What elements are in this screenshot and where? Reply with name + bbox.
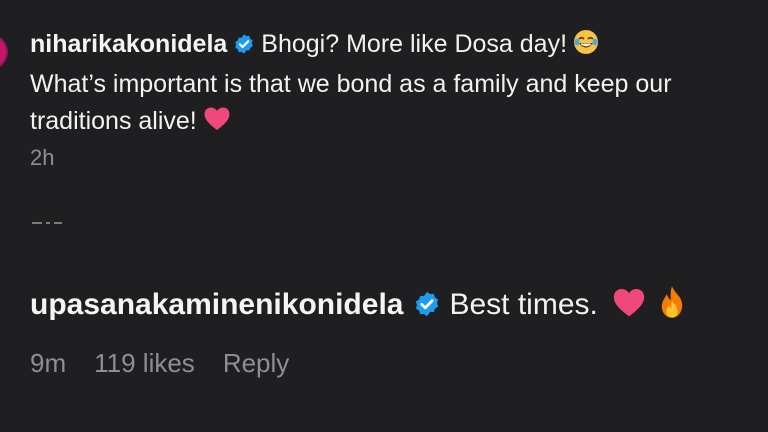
likes-count[interactable]: 119 likes xyxy=(94,348,195,378)
verified-badge-icon xyxy=(233,29,255,66)
fire-emoji-icon xyxy=(658,285,686,332)
view-replies-divider[interactable] xyxy=(32,213,62,224)
reply-text: Best times. xyxy=(449,288,598,321)
pink-heart-emoji-icon xyxy=(203,106,231,143)
top-comment: niharikakonidela Bhogi? More like Dosa da… xyxy=(30,26,750,143)
top-comment-line-1: niharikakonidela Bhogi? More like Dosa da… xyxy=(30,26,750,66)
reply-comment: upasanakaminenikonidela Best times. xyxy=(30,283,686,332)
comment-text-line-2: What’s important is that we bond as a fa… xyxy=(30,70,672,98)
comment-text-line-3: traditions alive! xyxy=(30,107,197,135)
reply-timestamp: 9m xyxy=(30,348,67,378)
top-comment-line-3: traditions alive! xyxy=(30,103,750,143)
pink-heart-emoji-icon xyxy=(612,287,646,332)
verified-badge-icon xyxy=(413,287,441,331)
reply-username[interactable]: upasanakaminenikonidela xyxy=(30,288,403,321)
laughing-crying-emoji-icon xyxy=(573,29,599,66)
comment-text-line-1: Bhogi? More like Dosa day! xyxy=(261,30,568,58)
comments-screen: niharikakonidela Bhogi? More like Dosa da… xyxy=(0,0,768,432)
comment-timestamp: 2h xyxy=(30,145,55,170)
reply-button[interactable]: Reply xyxy=(223,348,289,378)
reply-meta-row: 9m 119 likes Reply xyxy=(30,348,317,379)
avatar[interactable] xyxy=(0,34,8,70)
comment-username[interactable]: niharikakonidela xyxy=(30,30,227,58)
